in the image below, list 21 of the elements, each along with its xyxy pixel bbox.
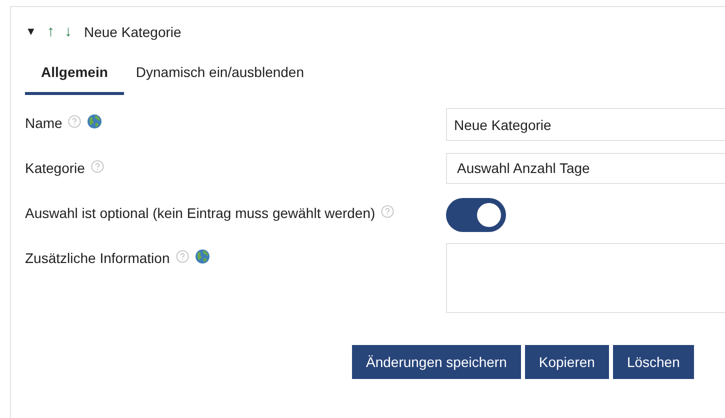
tab[interactable]: Allgemein <box>25 62 124 95</box>
action-button[interactable]: Änderungen speichern <box>352 345 521 379</box>
field-label: Kategorie <box>25 159 85 178</box>
field-label: Zusätzliche Information <box>25 249 170 268</box>
action-button[interactable]: Kopieren <box>524 345 609 379</box>
help-icon[interactable] <box>90 160 104 173</box>
information-field[interactable] <box>446 243 725 313</box>
move-down-button[interactable]: ↓ <box>64 20 72 44</box>
category-title: Neue Kategorie <box>84 22 182 42</box>
field-label: Name <box>25 114 62 133</box>
tab[interactable]: Dynamisch ein/ausblenden <box>124 62 316 95</box>
help-icon[interactable] <box>68 115 82 128</box>
action-button[interactable]: Löschen <box>612 345 694 379</box>
name-field[interactable]: Neue Kategorie <box>446 108 725 141</box>
help-icon[interactable] <box>381 205 394 218</box>
help-icon[interactable] <box>176 250 189 263</box>
toggle-switch[interactable] <box>446 198 506 232</box>
collapse-toggle[interactable]: ▼ <box>25 24 37 40</box>
category-select[interactable]: Auswahl Anzahl Tage <box>446 153 725 184</box>
field-label: Auswahl ist optional (kein Eintrag muss gewählt werden) <box>25 204 376 223</box>
move-up-button[interactable]: ↑ <box>47 20 54 44</box>
